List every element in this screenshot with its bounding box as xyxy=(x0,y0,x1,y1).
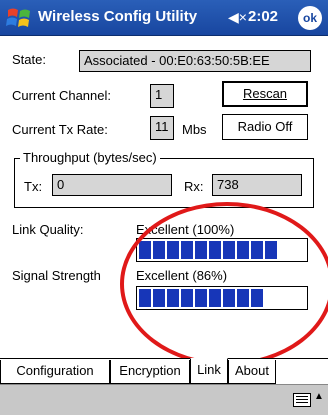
ok-button[interactable]: ok xyxy=(298,6,322,30)
tab-configuration[interactable]: Configuration xyxy=(0,360,110,384)
rescan-label: Rescan xyxy=(242,86,288,101)
annotation-ellipse xyxy=(120,202,328,366)
tx-rate-unit: Mbs xyxy=(182,122,207,137)
keyboard-icon[interactable] xyxy=(293,393,311,407)
tx-rate-field: 11 xyxy=(150,116,174,140)
chevron-up-icon[interactable]: ▲ xyxy=(314,391,324,402)
clock[interactable]: 2:02 xyxy=(248,8,278,25)
tx-label: Tx: xyxy=(24,179,43,194)
radio-off-button[interactable]: Radio Off xyxy=(222,114,308,140)
input-panel-bar: ▲ xyxy=(0,384,328,415)
signal-strength-label: Signal Strength xyxy=(12,268,101,283)
throughput-title: Throughput (bytes/sec) xyxy=(20,150,160,165)
rx-field: 738 xyxy=(212,174,302,196)
windows-start-icon[interactable] xyxy=(5,4,33,32)
tx-rate-label: Current Tx Rate: xyxy=(12,122,108,137)
tab-encryption[interactable]: Encryption xyxy=(110,360,190,384)
state-field: Associated - 00:E0:63:50:5B:EE xyxy=(79,50,311,72)
tx-field: 0 xyxy=(52,174,172,196)
window-title: Wireless Config Utility xyxy=(38,8,198,25)
rescan-button[interactable]: Rescan xyxy=(222,81,308,107)
title-bar: Wireless Config Utility ◀× 2:02 ok xyxy=(0,0,328,36)
channel-label: Current Channel: xyxy=(12,88,111,103)
link-quality-label: Link Quality: xyxy=(12,222,84,237)
tab-link[interactable]: Link xyxy=(190,358,228,384)
tab-about[interactable]: About xyxy=(228,360,276,384)
rx-label: Rx: xyxy=(184,179,204,194)
volume-icon[interactable]: ◀× xyxy=(228,9,247,26)
state-label: State: xyxy=(12,52,46,67)
channel-field: 1 xyxy=(150,84,174,108)
